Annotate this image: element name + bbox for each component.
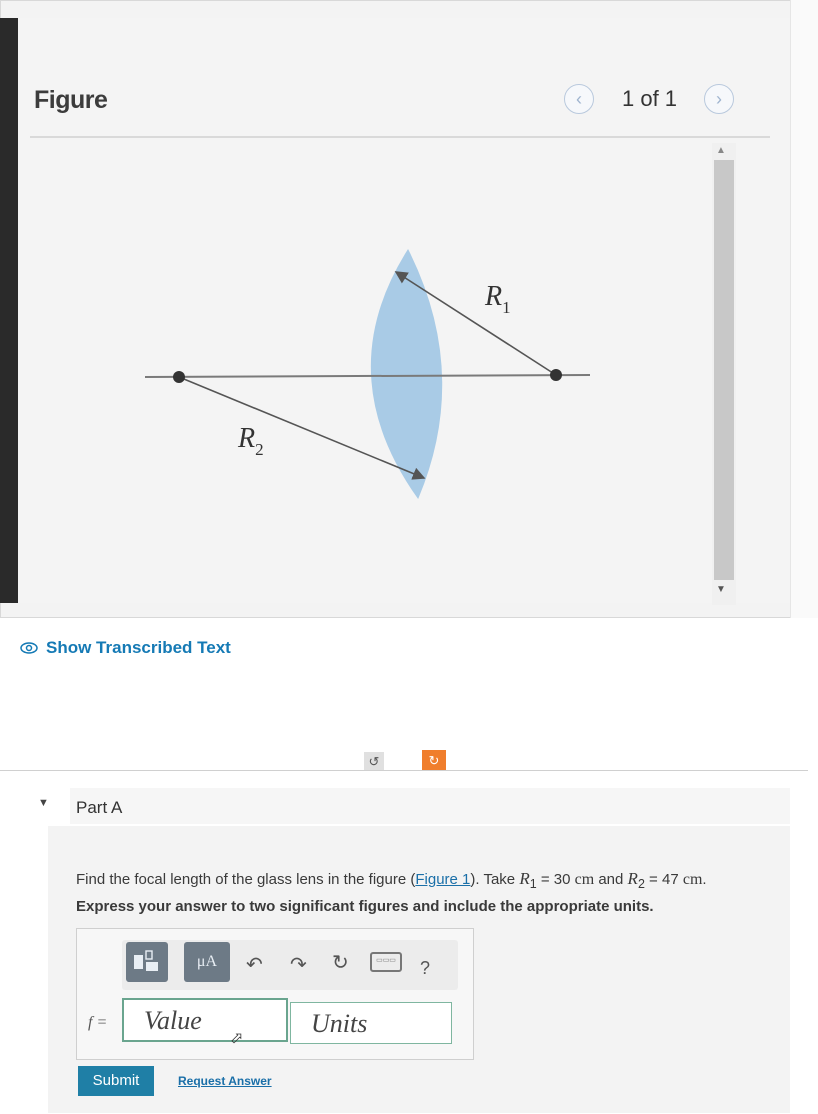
r2-unit: cm <box>682 871 703 888</box>
request-answer-link[interactable]: Request Answer <box>178 1074 272 1088</box>
scroll-down-icon[interactable]: ▼ <box>716 584 726 595</box>
value-input[interactable]: Value <box>122 998 288 1042</box>
answer-variable-label: f = <box>88 1014 108 1031</box>
part-header-background <box>70 788 790 824</box>
units-button[interactable]: μA <box>184 942 230 982</box>
triangle-down-icon[interactable]: ▼ <box>38 797 49 809</box>
question-end: . <box>702 871 707 888</box>
optical-axis <box>144 374 591 378</box>
r2-symbol: R <box>627 869 638 888</box>
r1-value: = 30 <box>536 871 575 888</box>
scroll-up-icon[interactable]: ▲ <box>716 145 726 156</box>
templates-icon <box>134 950 158 971</box>
center-of-curvature-c1 <box>550 369 562 381</box>
r1-symbol: R <box>519 869 530 888</box>
help-icon[interactable]: ? <box>420 958 430 979</box>
mouse-cursor-icon: ⬀ <box>230 1030 244 1047</box>
r1-subscript: 1 <box>529 877 537 891</box>
undo-icon[interactable]: ↺ <box>364 752 384 772</box>
question-text: Find the focal length of the glass lens … <box>76 869 707 891</box>
answer-instruction: Express your answer to two significant f… <box>76 898 654 915</box>
submit-button[interactable]: Submit <box>78 1066 154 1096</box>
figure-link[interactable]: Figure 1 <box>415 871 470 888</box>
reset-icon[interactable]: ↻ <box>422 750 446 772</box>
label-r2: R2 <box>237 423 264 459</box>
templates-button[interactable] <box>126 942 168 982</box>
redo-icon[interactable]: ↷ <box>290 952 307 977</box>
question-prefix: Find the focal length of the glass lens … <box>76 871 416 888</box>
keyboard-icon[interactable]: ▭▭▭ <box>370 952 402 972</box>
r2-value: = 47 <box>644 871 683 888</box>
units-input[interactable]: Units <box>290 1002 452 1044</box>
r2-subscript: 2 <box>637 877 645 891</box>
reset-icon[interactable]: ↻ <box>332 950 349 975</box>
lens-diagram: R1 R2 <box>144 248 591 500</box>
scrollbar-thumb[interactable] <box>714 160 734 580</box>
center-of-curvature-c2 <box>173 371 185 383</box>
and-text: and <box>594 871 628 888</box>
label-r1: R1 <box>484 281 511 317</box>
units-icon: μA <box>196 953 218 970</box>
undo-icon[interactable]: ↶ <box>246 952 263 977</box>
eye-icon <box>20 642 38 654</box>
show-transcribed-text-link[interactable]: Show Transcribed Text <box>20 638 231 658</box>
r1-unit: cm <box>574 871 595 888</box>
question-mid: ). Take <box>470 871 520 888</box>
part-title[interactable]: Part A <box>76 798 122 818</box>
show-transcribed-text-label: Show Transcribed Text <box>46 638 231 657</box>
